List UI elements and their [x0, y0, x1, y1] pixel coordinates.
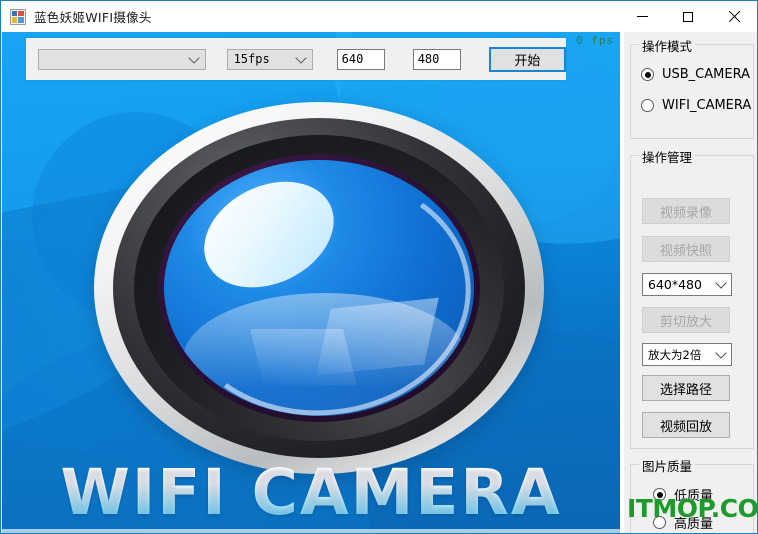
- playback-button[interactable]: 视频回放: [642, 412, 730, 438]
- camera-select[interactable]: [38, 48, 206, 70]
- radio-usb-camera-label: USB_CAMERA: [662, 67, 750, 82]
- close-icon: [728, 11, 740, 23]
- chevron-down-icon: [295, 52, 307, 64]
- height-input-value: 480: [417, 52, 440, 66]
- radio-wifi-camera-label: WIFI_CAMERA: [662, 98, 752, 113]
- chevron-down-icon: [187, 52, 200, 64]
- width-input-value: 640: [341, 52, 364, 66]
- site-watermark: ITMOP.COM: [627, 494, 758, 523]
- crop-zoom-button[interactable]: 剪切放大: [642, 307, 730, 333]
- video-preview-area[interactable]: WIFI CAMERA: [2, 32, 620, 533]
- fps-select[interactable]: 15fps: [226, 48, 313, 70]
- chevron-down-icon: [715, 346, 727, 359]
- width-input[interactable]: 640: [336, 48, 385, 70]
- control-panel: 操作模式 USB_CAMERA WIFI_CAMERA 操作管理 视频录像 视频…: [624, 32, 757, 533]
- resolution-select[interactable]: 640*480: [642, 273, 732, 296]
- radio-icon: [641, 99, 654, 112]
- maximize-icon: [683, 11, 693, 22]
- fps-status: 0 fps: [576, 34, 615, 47]
- record-button[interactable]: 视频录像: [642, 198, 730, 224]
- radio-wifi-camera[interactable]: WIFI_CAMERA: [641, 98, 751, 113]
- mode-group-title: 操作模式: [639, 36, 696, 55]
- zoom-select[interactable]: 放大为2倍: [642, 343, 732, 366]
- mode-group: 操作模式 USB_CAMERA WIFI_CAMERA: [630, 36, 754, 139]
- radio-usb-camera[interactable]: USB_CAMERA: [641, 67, 750, 82]
- chevron-down-icon: [715, 276, 727, 289]
- zoom-select-value: 放大为2倍: [648, 347, 702, 362]
- manage-group-title: 操作管理: [639, 147, 696, 166]
- minimize-icon: [636, 16, 648, 17]
- app-icon: [10, 8, 26, 25]
- app-window: 蓝色妖姬WIFI摄像头 WIFI CAMERA 15fps 640 480 开始…: [0, 0, 758, 534]
- snapshot-button[interactable]: 视频快照: [642, 236, 730, 262]
- close-button[interactable]: [711, 1, 757, 32]
- preview-banner-text: WIFI CAMERA: [2, 456, 620, 529]
- manage-group: 操作管理 视频录像 视频快照 640*480 剪切放大 放大为2倍 选择路径 视…: [630, 147, 754, 449]
- quality-group-title: 图片质量: [639, 456, 696, 475]
- start-button[interactable]: 开始: [488, 46, 567, 72]
- minimize-button[interactable]: [619, 1, 665, 32]
- height-input[interactable]: 480: [412, 48, 461, 70]
- fps-select-value: 15fps: [233, 52, 270, 66]
- resolution-select-value: 640*480: [648, 277, 702, 292]
- maximize-button[interactable]: [665, 1, 711, 32]
- toolbar: 15fps 640 480 开始: [26, 38, 567, 80]
- camera-lens-icon: [94, 102, 544, 474]
- preview-underline: [2, 529, 620, 533]
- window-title: 蓝色妖姬WIFI摄像头: [34, 10, 152, 25]
- title-bar: 蓝色妖姬WIFI摄像头: [1, 1, 757, 32]
- select-path-button[interactable]: 选择路径: [642, 375, 730, 401]
- radio-icon: [641, 68, 654, 81]
- window-controls: [619, 1, 757, 32]
